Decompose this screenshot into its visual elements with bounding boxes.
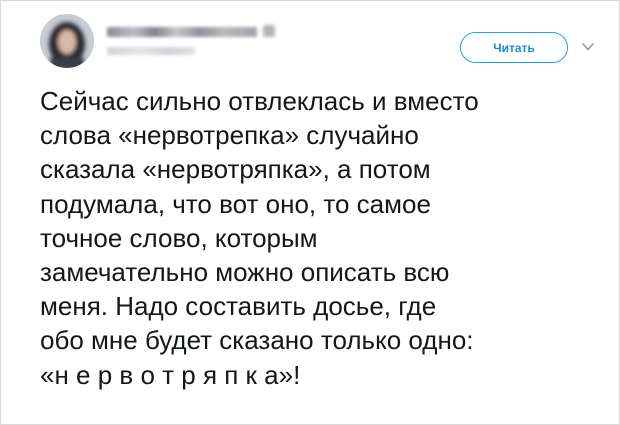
tweet-text-line: меня. Надо составить досье, где xyxy=(40,291,437,322)
tweet-text-line: Сейчас сильно отвлеклась и вместо xyxy=(40,86,479,116)
tweet-card: Читать Сейчас сильно отвлеклась и вместо… xyxy=(0,0,620,425)
follow-button[interactable]: Читать xyxy=(460,32,568,63)
avatar[interactable] xyxy=(40,14,94,68)
author-name-blurred[interactable] xyxy=(107,27,257,37)
tweet-text-line: сказала «нервотряпка», а потом xyxy=(40,154,431,185)
tweet-text: Сейчас сильно отвлеклась и вместо слова … xyxy=(40,84,600,392)
user-avatar-blurred-icon xyxy=(40,14,94,68)
tweet-text-line: подумала, что вот оно, то самое xyxy=(40,188,431,219)
tweet-text-line: слова «нервотрепка» случайно xyxy=(40,120,419,151)
tweet-text-line: точное слово, которым xyxy=(40,222,318,253)
chevron-down-icon[interactable] xyxy=(581,41,595,53)
verified-badge-icon xyxy=(263,25,275,37)
author-handle-blurred[interactable] xyxy=(107,47,195,55)
tweet-text-line: обо мне будет сказано только одно: xyxy=(40,325,474,356)
tweet-text-line: замечательно можно описать всю xyxy=(40,257,450,288)
tweet-text-line: «н е р в о т р я п к а»! xyxy=(40,359,301,390)
